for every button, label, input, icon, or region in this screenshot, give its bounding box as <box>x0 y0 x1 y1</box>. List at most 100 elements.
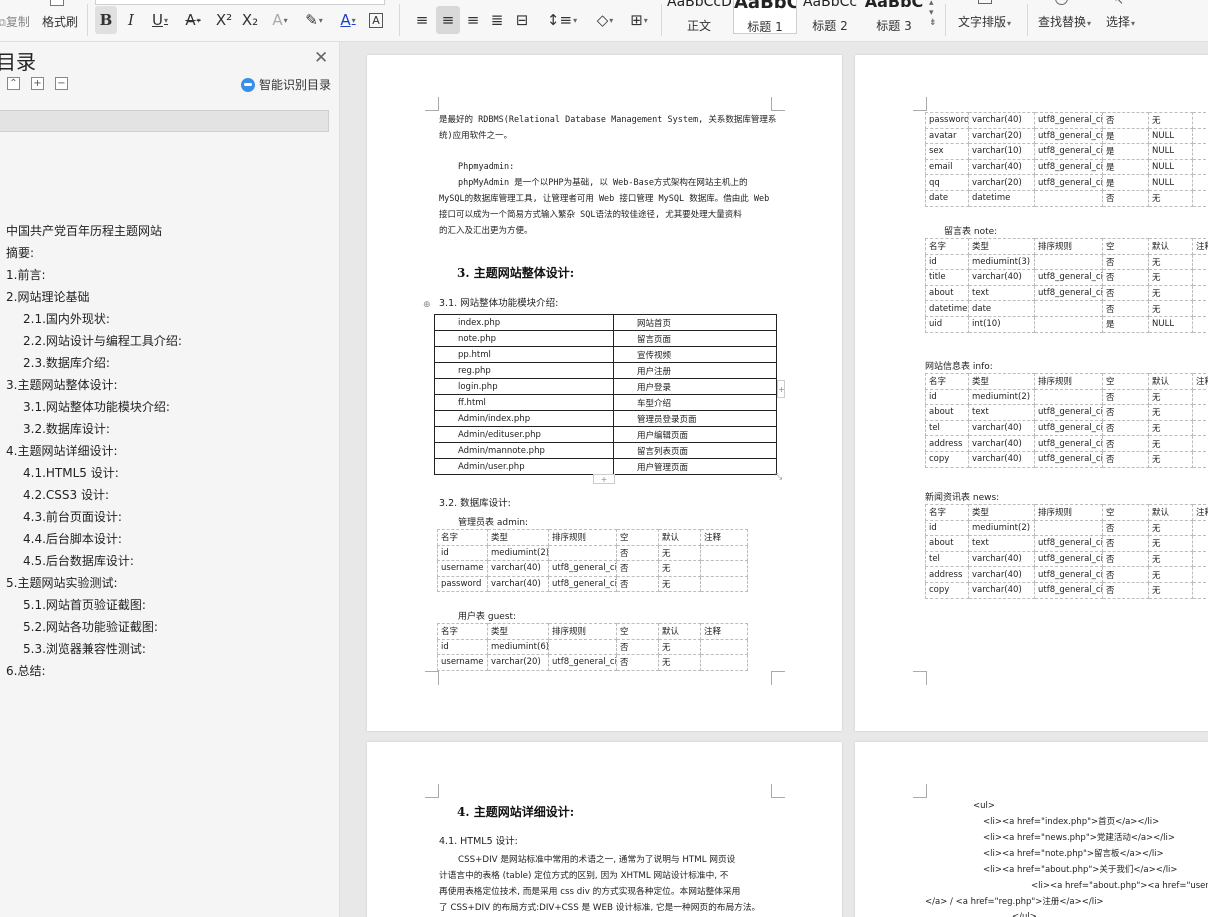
table-cell[interactable] <box>1192 581 1208 599</box>
table-cell[interactable]: email <box>925 158 969 176</box>
table-cell[interactable]: 无 <box>658 560 701 577</box>
table-cell[interactable]: 注释 <box>700 623 748 640</box>
table-cell[interactable]: 否 <box>1102 404 1149 421</box>
table-cell[interactable]: 空 <box>1102 373 1149 390</box>
table-cell[interactable]: NULL <box>1148 143 1193 160</box>
table-cell[interactable]: 类型 <box>968 238 1035 255</box>
table-cell[interactable] <box>1192 435 1208 452</box>
table-cell[interactable]: title <box>925 269 969 286</box>
table-cell[interactable]: 无 <box>1148 269 1193 286</box>
table-cell[interactable]: NULL <box>1148 174 1193 191</box>
table-cell[interactable]: utf8_general_ci <box>1034 127 1103 145</box>
table-cell[interactable] <box>1192 189 1208 207</box>
toc-item[interactable]: 5.3.浏览器兼容性测试: <box>0 638 340 660</box>
table-cell[interactable]: 排序规则 <box>548 623 617 640</box>
table-cell[interactable]: 否 <box>1102 269 1149 286</box>
table-cell[interactable]: 排序规则 <box>548 529 617 546</box>
table-cell[interactable]: date <box>925 189 969 207</box>
info-table[interactable]: 名字类型排序规则空默认注释 idmediumint(2)否无 abouttext… <box>925 373 1208 468</box>
table-cell[interactable]: 车型介绍 <box>613 394 777 411</box>
table-cell[interactable]: 否 <box>1102 284 1149 302</box>
toc-item[interactable]: 4.1.HTML5 设计: <box>0 462 340 484</box>
table-cell[interactable]: 注释 <box>700 529 748 546</box>
table-cell[interactable]: 无 <box>1148 284 1193 302</box>
table-cell[interactable] <box>1192 112 1208 129</box>
table-cell[interactable]: sex <box>925 143 969 160</box>
table-cell[interactable]: mediumint(3) <box>968 253 1035 271</box>
note-table[interactable]: 名字类型排序规则空默认注释 idmediumint(3)否无 titlevarc… <box>925 238 1208 333</box>
table-cell[interactable]: text <box>968 404 1035 421</box>
table-cell[interactable]: varchar(40) <box>968 435 1035 452</box>
toc-item[interactable]: 4.5.后台数据库设计: <box>0 550 340 572</box>
table-cell[interactable]: mediumint(2) <box>968 388 1035 406</box>
table-cell[interactable]: 否 <box>1102 300 1149 317</box>
table-cell[interactable]: 否 <box>616 560 659 577</box>
table-cell[interactable]: 是 <box>1102 315 1149 333</box>
table-cell[interactable]: username <box>437 560 488 577</box>
table-cell[interactable]: qq <box>925 174 969 191</box>
table-cell[interactable]: 无 <box>1148 300 1193 317</box>
superscript-button[interactable]: X² <box>213 6 235 34</box>
table-cell[interactable]: utf8_general_ci <box>1034 174 1103 191</box>
table-cell[interactable] <box>1192 519 1208 537</box>
table-cell[interactable]: 空 <box>1102 504 1149 521</box>
table-cell[interactable]: 用户管理页面 <box>613 458 777 475</box>
table-cell[interactable]: varchar(40) <box>968 550 1035 568</box>
table-cell[interactable]: mediumint(2) <box>968 519 1035 537</box>
table-cell[interactable]: utf8_general_ci <box>1034 158 1103 176</box>
table-cell[interactable]: 空 <box>616 529 659 546</box>
table-cell[interactable]: 无 <box>658 638 701 656</box>
underline-button[interactable]: U ▾ <box>145 6 175 34</box>
strikethrough-button[interactable]: A ▾ <box>178 6 208 34</box>
table-cell[interactable]: utf8_general_ci <box>1034 435 1103 452</box>
table-cell[interactable]: utf8_general_ci <box>1034 284 1103 302</box>
table-cell[interactable]: about <box>925 535 969 552</box>
document-page[interactable]: 4. 主题网站详细设计: 4.1. HTML5 设计: CSS+DIV 是网站标… <box>367 742 842 917</box>
table-cell[interactable]: Admin/edituser.php <box>434 426 614 443</box>
copy-button[interactable]: ⧉复制 <box>0 13 30 30</box>
line-spacing-button[interactable]: ↕≡ ▾ <box>546 6 578 34</box>
shading-button[interactable]: ◇ ▾ <box>589 6 621 34</box>
table-cell[interactable]: varchar(40) <box>968 566 1035 583</box>
table-cell[interactable] <box>700 638 748 656</box>
table-cell[interactable] <box>1192 269 1208 286</box>
table-cell[interactable]: index.php <box>434 314 614 331</box>
table-cell[interactable]: 注释 <box>1192 373 1208 390</box>
toc-item[interactable]: 1.前言: <box>0 264 340 286</box>
format-painter-button[interactable]: 格式刷 <box>42 13 78 30</box>
toc-item[interactable]: 2.网站理论基础 <box>0 286 340 308</box>
table-cell[interactable] <box>1192 419 1208 437</box>
borders-button[interactable]: ⊞ ▾ <box>623 6 655 34</box>
style-heading-1[interactable]: AaBbC 标题 1 <box>733 0 797 34</box>
table-cell[interactable] <box>1034 388 1103 406</box>
table-cell[interactable]: 空 <box>1102 238 1149 255</box>
table-cell[interactable]: 无 <box>1148 519 1193 537</box>
table-cell[interactable]: 无 <box>658 575 701 593</box>
table-cell[interactable]: 是 <box>1102 143 1149 160</box>
char-border-button[interactable]: A <box>366 6 386 34</box>
table-cell[interactable]: 排序规则 <box>1034 373 1103 390</box>
table-cell[interactable]: varchar(20) <box>968 127 1035 145</box>
table-cell[interactable]: 无 <box>1148 566 1193 583</box>
table-cell[interactable]: 宣传视频 <box>613 346 777 363</box>
table-cell[interactable]: about <box>925 284 969 302</box>
align-center-button[interactable]: ≡ <box>436 6 460 34</box>
table-cell[interactable]: 是 <box>1102 127 1149 145</box>
table-cell[interactable]: utf8_general_ci <box>1034 450 1103 468</box>
table-cell[interactable] <box>548 638 617 656</box>
add-row-icon[interactable]: + <box>593 474 615 484</box>
toc-item[interactable]: 4.3.前台页面设计: <box>0 506 340 528</box>
table-cell[interactable]: 无 <box>1148 581 1193 599</box>
table-cell[interactable]: utf8_general_ci <box>1034 112 1103 129</box>
admin-table[interactable]: 名字 类型 排序规则空默认 注释 id mediumint(2) 否无 username v… <box>437 529 748 593</box>
table-cell[interactable]: username <box>437 654 488 671</box>
table-cell[interactable] <box>1034 253 1103 271</box>
table-cell[interactable]: ff.html <box>434 394 614 411</box>
table-cell[interactable]: 是 <box>1102 174 1149 191</box>
table-cell[interactable] <box>1192 535 1208 552</box>
table-cell[interactable]: 无 <box>1148 253 1193 271</box>
toc-item[interactable]: 摘要: <box>0 242 340 264</box>
table-cell[interactable]: varchar(40) <box>968 112 1035 129</box>
table-cell[interactable]: varchar(10) <box>968 143 1035 160</box>
table-cell[interactable]: utf8_general_ci <box>1034 535 1103 552</box>
